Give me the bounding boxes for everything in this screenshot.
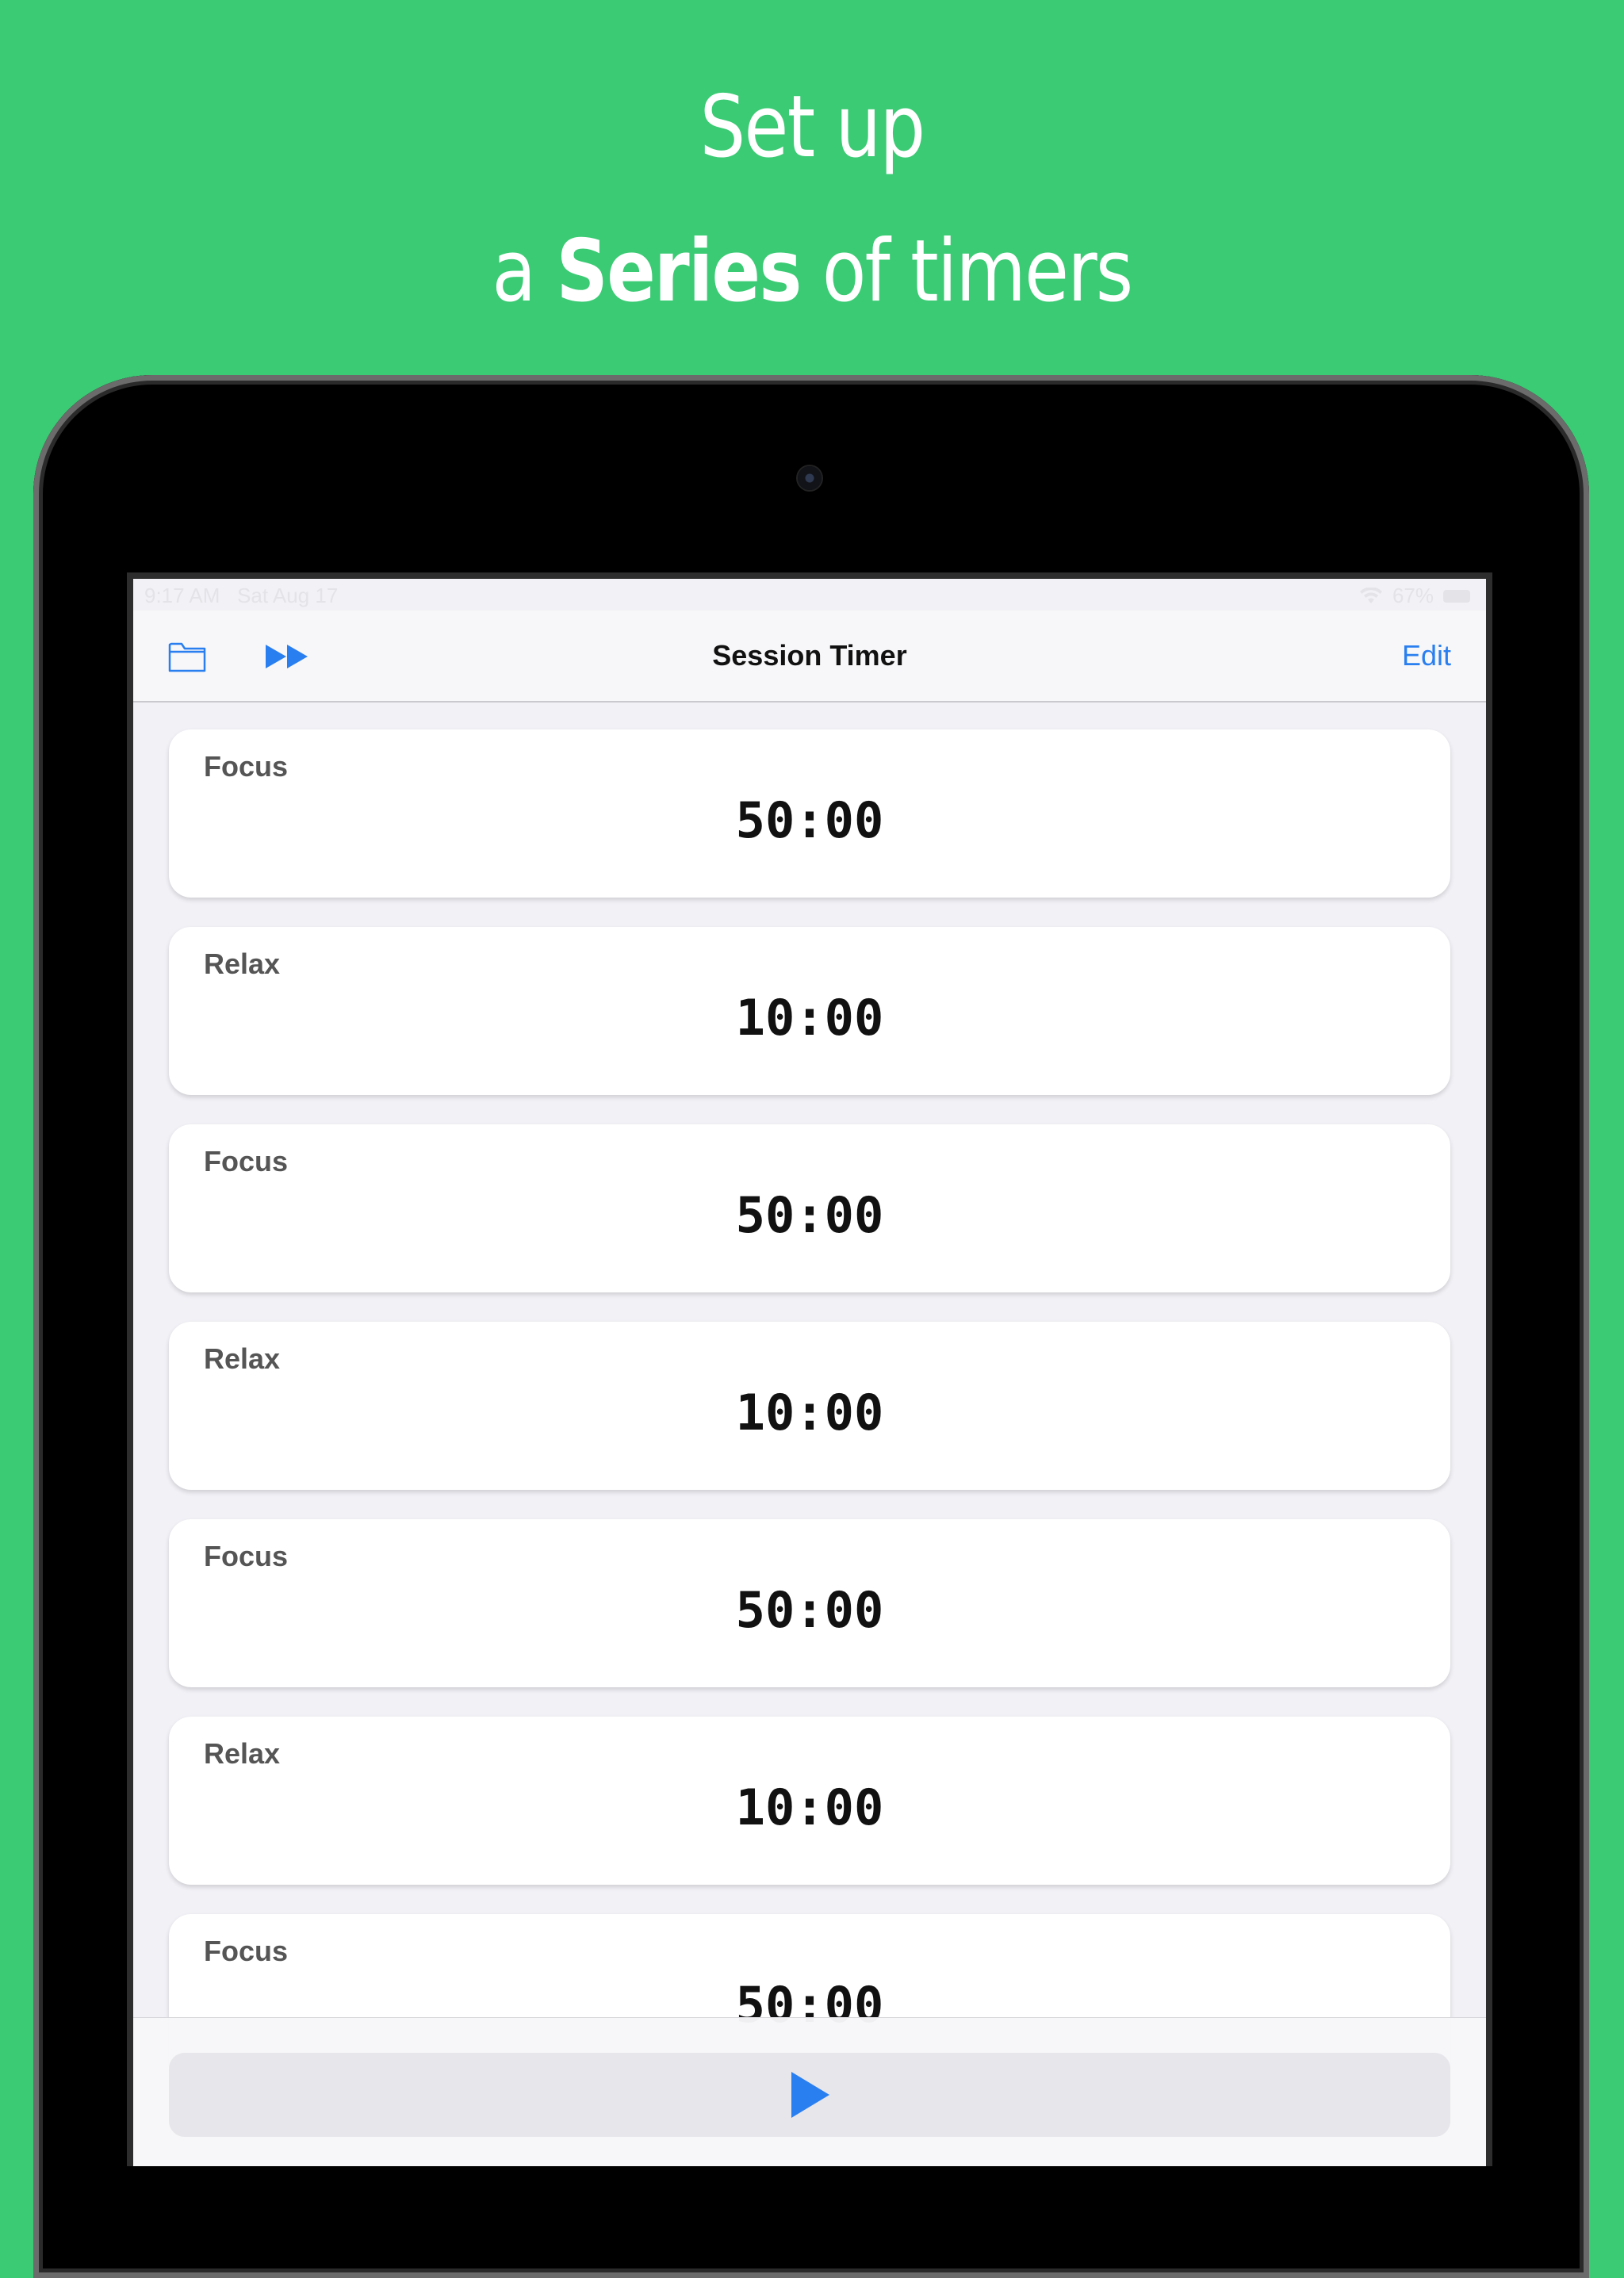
timer-label: Relax (204, 1342, 281, 1375)
timer-duration: 10:00 (735, 989, 884, 1047)
play-icon (791, 2072, 829, 2118)
timer-card[interactable]: Focus 50:00 (169, 1519, 1450, 1687)
timer-card[interactable]: Focus 50:00 (169, 729, 1450, 898)
fast-forward-icon (266, 645, 308, 668)
timer-duration: 50:00 (735, 791, 884, 849)
status-right: 67% (1359, 584, 1470, 608)
bottom-toolbar (133, 2017, 1486, 2166)
navigation-bar: Session Timer Edit (133, 611, 1486, 703)
headline-prefix: a (492, 222, 557, 321)
wifi-icon (1359, 587, 1382, 603)
camera-icon (798, 466, 822, 490)
timer-duration: 10:00 (735, 1778, 884, 1836)
timer-card[interactable]: Focus 50:00 (169, 1124, 1450, 1292)
headline-suffix: of timers (800, 222, 1133, 321)
page-title: Session Timer (712, 639, 907, 672)
play-button[interactable] (169, 2053, 1450, 2137)
timer-card[interactable]: Relax 10:00 (169, 1717, 1450, 1885)
headline: Set up a Series of timers (0, 56, 1624, 344)
headline-line-2: a Series of timers (130, 200, 1494, 344)
folder-icon (168, 642, 206, 672)
timer-label: Focus (204, 750, 289, 783)
timer-label: Focus (204, 1540, 289, 1572)
timer-label: Focus (204, 1935, 289, 1967)
status-date: Sat Aug 17 (237, 584, 339, 607)
edit-button[interactable]: Edit (1402, 611, 1451, 701)
timer-label: Focus (204, 1145, 289, 1177)
skip-button[interactable] (263, 634, 311, 679)
headline-strong: Series (556, 222, 802, 321)
timer-card[interactable]: Relax 10:00 (169, 1322, 1450, 1490)
status-bar: 9:17 AM Sat Aug 17 67% (133, 579, 1486, 611)
status-time-date: 9:17 AM Sat Aug 17 (144, 584, 338, 608)
timer-label: Relax (204, 1737, 281, 1770)
headline-line-1: Set up (699, 78, 925, 177)
app-screen: 9:17 AM Sat Aug 17 67% Session Timer Edi… (133, 579, 1486, 2166)
timer-card[interactable]: Relax 10:00 (169, 927, 1450, 1095)
folder-button[interactable] (163, 634, 211, 679)
battery-icon (1443, 589, 1470, 603)
timer-duration: 50:00 (735, 1581, 884, 1639)
timer-duration: 50:00 (735, 1186, 884, 1244)
timer-label: Relax (204, 948, 281, 980)
status-time: 9:17 AM (144, 584, 220, 607)
battery-level: 67% (1392, 584, 1434, 607)
timer-duration: 10:00 (735, 1384, 884, 1441)
